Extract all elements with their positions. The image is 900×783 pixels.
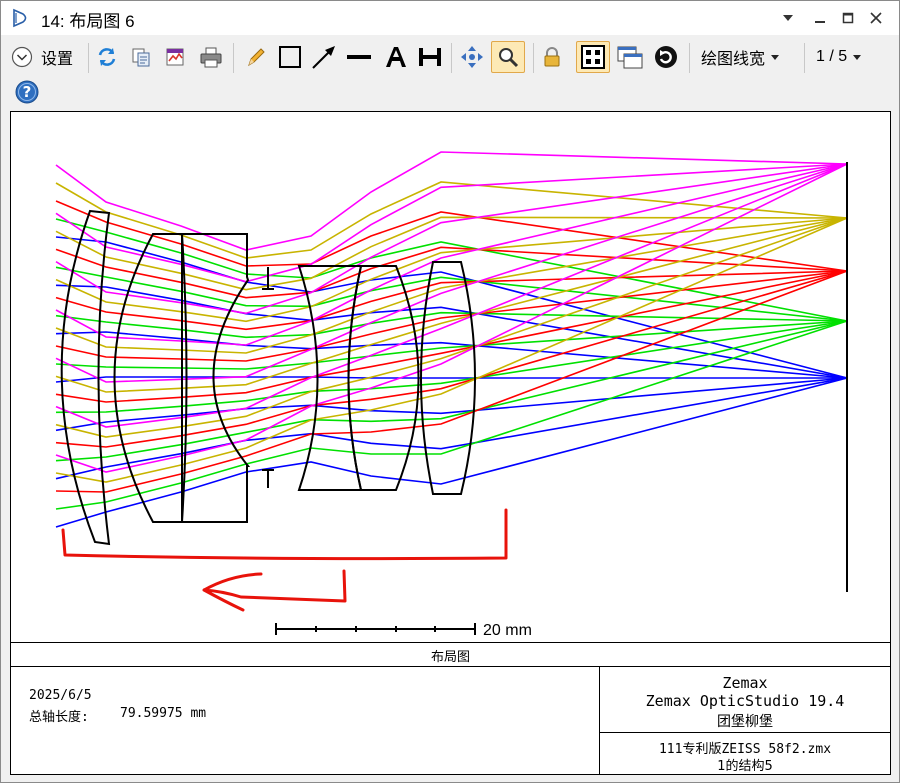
toolbar-separator — [689, 43, 690, 73]
grid-toggle-button[interactable] — [576, 41, 610, 73]
copy-icon — [132, 48, 150, 67]
close-icon — [870, 12, 882, 24]
help-icon[interactable]: ? — [15, 80, 39, 104]
ray-line — [55, 181, 848, 259]
divider — [11, 642, 890, 643]
toolbar-separator — [533, 43, 534, 73]
scale-label: 20 mm — [483, 622, 532, 639]
pan-tool-button[interactable] — [457, 41, 487, 73]
line-tool-button[interactable] — [344, 41, 374, 73]
chevron-down-icon — [783, 15, 793, 21]
divider — [11, 666, 890, 667]
chevron-down-icon — [853, 55, 862, 60]
ray-fans — [55, 151, 848, 528]
settings-button[interactable]: 设置 — [11, 41, 81, 73]
rectangle-tool-button[interactable] — [276, 41, 304, 73]
rectangle-icon — [279, 46, 301, 68]
text-tool-button[interactable] — [381, 41, 411, 73]
maximize-icon — [842, 12, 854, 24]
text-icon — [386, 47, 406, 67]
window-icon — [617, 46, 643, 69]
rotate-icon — [655, 46, 677, 68]
lock-icon — [544, 47, 560, 67]
app-icon — [13, 8, 27, 28]
window-title: 14: 布局图 6 — [41, 12, 135, 31]
product-name: Zemax OpticStudio 19.4 — [645, 692, 845, 710]
dimension-tool-button[interactable] — [415, 41, 445, 73]
ray-line — [55, 377, 848, 528]
rotate-button[interactable] — [651, 41, 681, 73]
print-button[interactable] — [197, 41, 225, 73]
pan-icon — [461, 46, 483, 68]
scale-bar — [275, 623, 476, 635]
zoom-tool-button[interactable] — [491, 41, 525, 73]
svg-text:?: ? — [23, 83, 32, 101]
refresh-icon — [98, 48, 116, 66]
annotation-bracket — [61, 508, 508, 561]
close-button[interactable] — [865, 7, 887, 29]
axis-length-label: 总轴长度: — [29, 710, 89, 725]
lens-element-2 — [113, 233, 183, 523]
pencil-icon — [248, 48, 265, 67]
settings-label: 设置 — [41, 51, 74, 68]
chevron-circle-icon — [11, 46, 33, 68]
axis-length-value: 79.59975 mm — [120, 706, 207, 721]
print-icon — [200, 47, 222, 68]
title-bar: 14: 布局图 6 — [1, 1, 899, 35]
pencil-tool-button[interactable] — [242, 41, 270, 73]
page-indicator: 1 / 5 — [816, 48, 848, 65]
annotation-arrow — [202, 569, 347, 612]
divider — [599, 732, 890, 733]
layout-window: 14: 布局图 6 设置 绘图线宽 1 / 5 ? 20 mm 布局图 2025… — [0, 0, 900, 783]
zoom-icon — [499, 48, 519, 68]
layout-plot[interactable]: 20 mm 布局图 2025/6/5 总轴长度: 79.59975 mm Zem… — [10, 111, 891, 775]
stop-mark-bottom — [262, 469, 274, 488]
toolbar: 设置 绘图线宽 1 / 5 — [1, 39, 899, 77]
line-width-label: 绘图线宽 — [701, 51, 766, 68]
copy-button[interactable] — [128, 41, 154, 73]
ray-line — [55, 320, 848, 370]
ray-line — [55, 284, 848, 379]
page-selector[interactable]: 1 / 5 — [816, 41, 876, 73]
toolbar-separator — [88, 43, 89, 73]
vendor-name: Zemax — [722, 674, 768, 692]
toolbar-separator — [233, 43, 234, 73]
dropdown-menu-button[interactable] — [777, 7, 799, 29]
minimize-button[interactable] — [809, 7, 831, 29]
maximize-button[interactable] — [837, 7, 859, 29]
dimension-icon — [419, 48, 441, 66]
grid-icon — [581, 45, 605, 69]
line-icon — [347, 55, 371, 59]
ray-line — [55, 320, 848, 462]
arrow-tool-button[interactable] — [310, 41, 338, 73]
plot-date: 2025/6/5 — [29, 688, 92, 703]
toolbar-separator — [451, 43, 452, 73]
panel-title: 布局图 — [430, 650, 470, 665]
user-annotations — [61, 508, 508, 612]
line-width-dropdown[interactable]: 绘图线宽 — [701, 41, 797, 73]
configuration-label: 1的结构5 — [717, 759, 773, 774]
export-icon — [166, 48, 184, 66]
chevron-down-icon — [771, 55, 780, 60]
toolbar-separator — [804, 43, 805, 73]
minimize-icon — [815, 21, 825, 23]
window-button[interactable] — [615, 41, 645, 73]
author-name: 团堡柳堡 — [717, 714, 773, 730]
refresh-button[interactable] — [94, 41, 120, 73]
lock-button[interactable] — [539, 41, 565, 73]
export-button[interactable] — [162, 41, 188, 73]
arrow-icon — [312, 46, 335, 69]
